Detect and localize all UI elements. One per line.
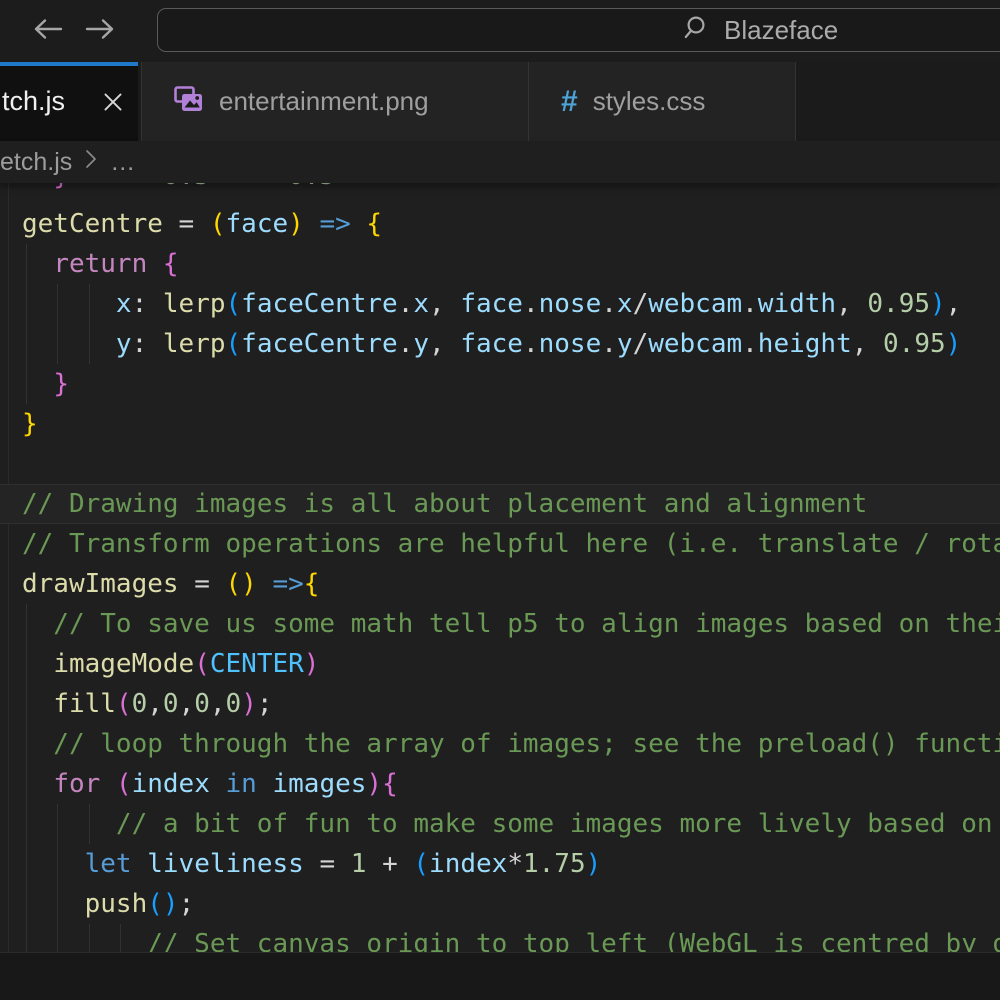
breadcrumb-ellipsis[interactable]: … — [110, 148, 135, 177]
title-bar: Blazeface — [0, 0, 1000, 62]
tab-label: styles.css — [593, 86, 706, 117]
code-line[interactable]: let liveliness = 1 + (index*1.75) — [0, 844, 1000, 884]
code-lines: } 0.5 0.5 getCentre = (face) => { return … — [0, 183, 1000, 952]
indent-guide — [26, 684, 27, 724]
tab-bar: tch.js entertainment.png # styles.css — [0, 62, 1000, 141]
indent-guide — [89, 284, 90, 324]
indent-guide — [26, 804, 27, 844]
indent-guide — [26, 884, 27, 924]
indent-guide — [26, 284, 27, 324]
indent-guide — [26, 364, 27, 404]
indent-guide — [26, 924, 27, 952]
code-line[interactable]: push(); — [0, 884, 1000, 924]
code-line[interactable]: // To save us some math tell p5 to align… — [0, 604, 1000, 644]
indent-guide — [57, 804, 58, 844]
code-line[interactable]: for (index in images){ — [0, 764, 1000, 804]
code-line[interactable]: // Drawing images is all about placement… — [0, 484, 1000, 524]
code-line[interactable]: } 0.5 0.5 — [0, 183, 1000, 196]
search-content: Blazeface — [683, 9, 838, 51]
indent-guide — [57, 324, 58, 364]
code-line[interactable]: imageMode(CENTER) — [0, 644, 1000, 684]
indent-guide — [120, 924, 121, 952]
code-line[interactable]: fill(0,0,0,0); — [0, 684, 1000, 724]
close-icon[interactable] — [100, 89, 126, 115]
indent-guide — [89, 804, 90, 844]
code-line[interactable]: y: lerp(faceCentre.y, face.nose.y/webcam… — [0, 324, 1000, 364]
arrow-right-icon — [82, 16, 118, 47]
indent-guide — [26, 244, 27, 284]
indent-guide — [26, 764, 27, 804]
indent-guide — [26, 644, 27, 684]
tab-sketch-js[interactable]: tch.js — [0, 62, 138, 141]
code-line[interactable]: x: lerp(faceCentre.x, face.nose.x/webcam… — [0, 284, 1000, 324]
image-icon — [174, 86, 204, 118]
breadcrumb: etch.js … — [0, 141, 1000, 183]
indent-guide — [26, 724, 27, 764]
indent-guide — [57, 844, 58, 884]
tab-label: tch.js — [2, 86, 65, 117]
code-line[interactable]: // a bit of fun to make some images more… — [0, 804, 1000, 844]
partially-scrolled-line: } 0.5 0.5 — [0, 183, 1000, 204]
search-value: Blazeface — [724, 15, 838, 46]
indent-guide — [89, 924, 90, 952]
tab-styles-css[interactable]: # styles.css — [529, 62, 796, 141]
chevron-right-icon — [84, 147, 98, 178]
vscode-window: Blazeface tch.js entertainment.png # — [0, 0, 1000, 1000]
code-line[interactable]: drawImages = () =>{ — [0, 564, 1000, 604]
tab-label: entertainment.png — [219, 86, 429, 117]
code-editor[interactable]: } 0.5 0.5 getCentre = (face) => { return … — [0, 183, 1000, 952]
search-icon — [683, 14, 711, 47]
nav-forward-button[interactable] — [82, 18, 118, 44]
command-center-search[interactable]: Blazeface — [157, 8, 1000, 52]
indent-guide — [57, 924, 58, 952]
arrow-left-icon — [30, 16, 66, 47]
code-line[interactable]: return { — [0, 244, 1000, 284]
indent-guide — [57, 884, 58, 924]
breadcrumb-file[interactable]: etch.js — [0, 148, 72, 177]
nav-back-button[interactable] — [30, 18, 66, 44]
code-line[interactable]: // loop through the array of images; see… — [0, 724, 1000, 764]
tab-entertainment-png[interactable]: entertainment.png — [141, 62, 529, 141]
indent-guide — [26, 844, 27, 884]
indent-guide — [89, 324, 90, 364]
code-line[interactable]: // Transform operations are helpful here… — [0, 524, 1000, 564]
code-line[interactable]: getCentre = (face) => { — [0, 204, 1000, 244]
css-hash-icon: # — [561, 87, 578, 117]
indent-guide — [26, 604, 27, 644]
bottom-panel — [0, 952, 1000, 1000]
code-line[interactable]: } — [0, 364, 1000, 404]
indent-guide — [57, 284, 58, 324]
code-line[interactable]: // Set canvas origin to top left (WebGL … — [0, 924, 1000, 952]
code-line[interactable] — [0, 444, 1000, 484]
code-line[interactable]: } — [0, 404, 1000, 444]
nav-arrows — [30, 0, 118, 62]
indent-guide — [26, 324, 27, 364]
